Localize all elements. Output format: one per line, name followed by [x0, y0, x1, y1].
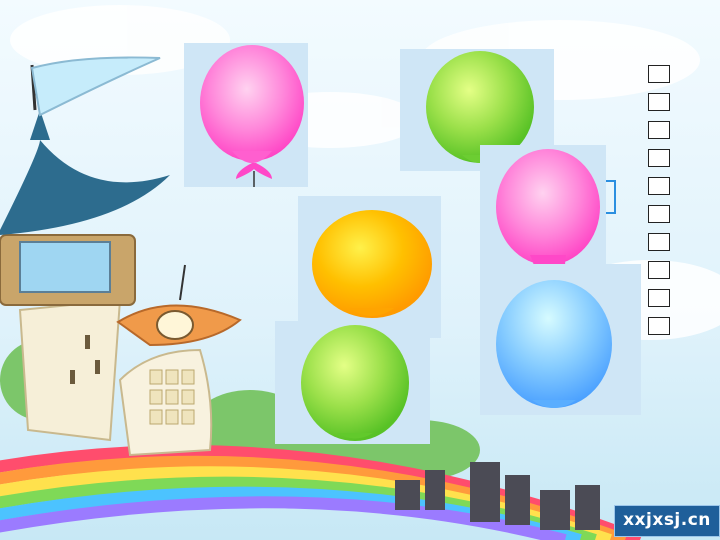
- answer-box[interactable]: [648, 177, 670, 195]
- watermark-logo: xxjxsj.cn: [614, 505, 720, 537]
- balloon-card-blue[interactable]: [480, 264, 641, 415]
- answer-box[interactable]: [648, 261, 670, 279]
- answer-box[interactable]: [648, 93, 670, 111]
- balloon-green-icon: [301, 325, 409, 441]
- balloon-blue-icon: [496, 280, 612, 408]
- balloon-card-green-2[interactable]: [275, 321, 430, 444]
- balloon-card-pink-1[interactable]: [184, 43, 308, 187]
- balloon-card-pink-2[interactable]: [480, 145, 606, 282]
- answer-box[interactable]: [648, 317, 670, 335]
- answer-box[interactable]: [648, 65, 670, 83]
- answer-box[interactable]: [648, 121, 670, 139]
- balloon-orange-icon: [312, 210, 432, 318]
- answer-box[interactable]: [648, 289, 670, 307]
- balloon-pink-icon: [200, 45, 304, 187]
- answer-box[interactable]: [648, 149, 670, 167]
- balloon-card-orange[interactable]: [298, 196, 441, 338]
- answer-box-column: [648, 65, 672, 345]
- bracket-mark: [606, 180, 616, 214]
- answer-box[interactable]: [648, 233, 670, 251]
- balloon-pink-icon: [496, 149, 600, 282]
- answer-box[interactable]: [648, 205, 670, 223]
- watermark-text: xxjxsj.cn: [623, 510, 711, 530]
